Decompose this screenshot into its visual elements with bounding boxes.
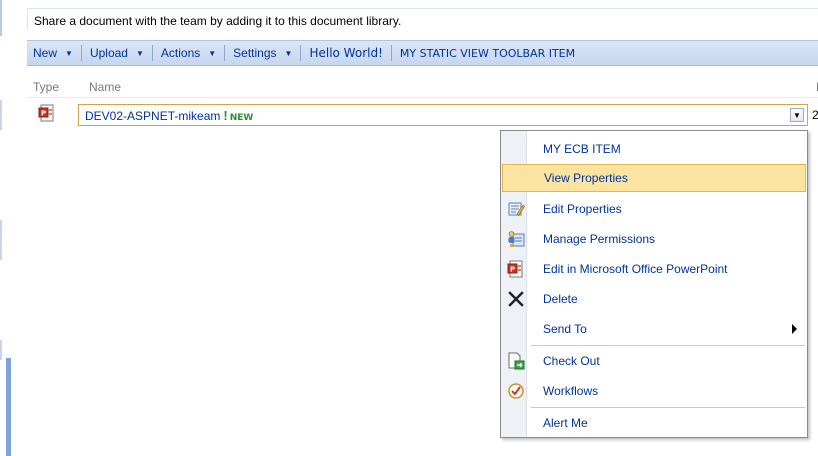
- rail-accent-bar: [6, 358, 11, 456]
- menu-separator: [531, 345, 805, 346]
- chevron-down-icon: ▼: [135, 48, 144, 58]
- menu-item-label: Edit Properties: [543, 202, 622, 216]
- menu-item-label: Workflows: [543, 384, 599, 398]
- menu-item-edit-in-powerpoint[interactable]: P Edit in Microsoft Office PowerPoint: [501, 255, 807, 283]
- new-mark-icon: !: [223, 108, 228, 123]
- document-name[interactable]: DEV02-ASPNET-mikeam: [85, 109, 220, 123]
- powerpoint-doc-icon[interactable]: P: [38, 104, 56, 122]
- menu-item-my-ecb-item[interactable]: MY ECB ITEM: [501, 135, 807, 163]
- new-menu-button[interactable]: New ▼: [27, 41, 79, 65]
- static-view-toolbar-item[interactable]: MY STATIC VIEW TOOLBAR ITEM: [394, 41, 581, 65]
- toolbar-separator: [224, 45, 226, 61]
- library-description: Share a document with the team by adding…: [27, 8, 818, 30]
- upload-menu-button[interactable]: Upload ▼: [84, 41, 150, 65]
- menu-item-label: Manage Permissions: [543, 232, 656, 246]
- column-header-name[interactable]: Name: [89, 80, 121, 94]
- settings-menu-button[interactable]: Settings ▼: [227, 41, 298, 65]
- menu-item-manage-permissions[interactable]: Manage Permissions: [501, 225, 807, 253]
- toolbar-separator: [390, 45, 392, 61]
- hello-world-button[interactable]: Hello World!: [303, 41, 388, 65]
- chevron-down-icon: ▼: [65, 48, 73, 58]
- menu-item-edit-properties[interactable]: Edit Properties: [501, 195, 807, 223]
- check-out-icon: [508, 352, 525, 370]
- settings-label: Settings: [233, 46, 277, 60]
- rail-line: [0, 220, 2, 260]
- submenu-arrow-icon: [792, 324, 797, 334]
- document-name-link[interactable]: DEV02-ASPNET-mikeam! NEW: [85, 108, 253, 123]
- chevron-down-icon: ▼: [284, 48, 293, 58]
- menu-item-delete[interactable]: Delete: [501, 285, 807, 313]
- hello-world-label: Hello World!: [309, 46, 383, 60]
- menu-item-label: Alert Me: [543, 416, 588, 430]
- table-row[interactable]: DEV02-ASPNET-mikeam! NEW ▼: [78, 104, 808, 126]
- item-context-menu: MY ECB ITEM View Properties Edit Propert…: [500, 130, 808, 438]
- delete-x-icon: [508, 291, 524, 307]
- svg-text:P: P: [510, 266, 515, 274]
- toolbar-separator: [80, 45, 82, 61]
- menu-item-label: Edit in Microsoft Office PowerPoint: [543, 262, 728, 276]
- menu-item-workflows[interactable]: Workflows: [501, 377, 807, 405]
- new-badge: NEW: [229, 113, 254, 123]
- chevron-down-icon: ▼: [793, 110, 801, 120]
- menu-item-view-properties[interactable]: View Properties: [502, 164, 806, 192]
- column-header-row: Type Name M: [27, 72, 818, 98]
- manage-permissions-icon: [508, 231, 525, 247]
- upload-label: Upload: [89, 46, 128, 60]
- static-view-label: MY STATIC VIEW TOOLBAR ITEM: [399, 46, 576, 60]
- item-menu-dropdown-button[interactable]: ▼: [790, 108, 804, 122]
- actions-menu-button[interactable]: Actions ▼: [155, 41, 222, 65]
- menu-item-label: Send To: [543, 322, 587, 336]
- toolbar-separator: [300, 45, 302, 61]
- actions-label: Actions: [160, 46, 201, 60]
- left-rail: [0, 0, 11, 456]
- chevron-down-icon: ▼: [208, 48, 217, 58]
- menu-item-alert-me[interactable]: Alert Me: [501, 409, 807, 437]
- workflows-icon: [508, 383, 524, 399]
- menu-item-label: MY ECB ITEM: [543, 142, 621, 156]
- menu-item-check-out[interactable]: Check Out: [501, 347, 807, 375]
- menu-item-send-to[interactable]: Send To: [501, 315, 807, 343]
- menu-item-label: Check Out: [543, 354, 600, 368]
- row-clipped-value: 2: [812, 108, 818, 122]
- svg-text:P: P: [41, 110, 46, 118]
- menu-item-label: View Properties: [544, 171, 628, 185]
- powerpoint-icon: P: [507, 260, 523, 278]
- rail-line: [0, 100, 2, 130]
- rail-line: [0, 340, 2, 360]
- edit-properties-icon: [508, 202, 525, 216]
- list-toolbar: New ▼ Upload ▼ Actions ▼ Settings ▼ Hell…: [27, 40, 818, 66]
- column-header-type[interactable]: Type: [33, 80, 59, 94]
- new-label: New: [33, 46, 58, 60]
- menu-item-label: Delete: [543, 292, 578, 306]
- menu-separator: [531, 407, 805, 408]
- rail-line: [0, 0, 2, 36]
- toolbar-separator: [151, 45, 153, 61]
